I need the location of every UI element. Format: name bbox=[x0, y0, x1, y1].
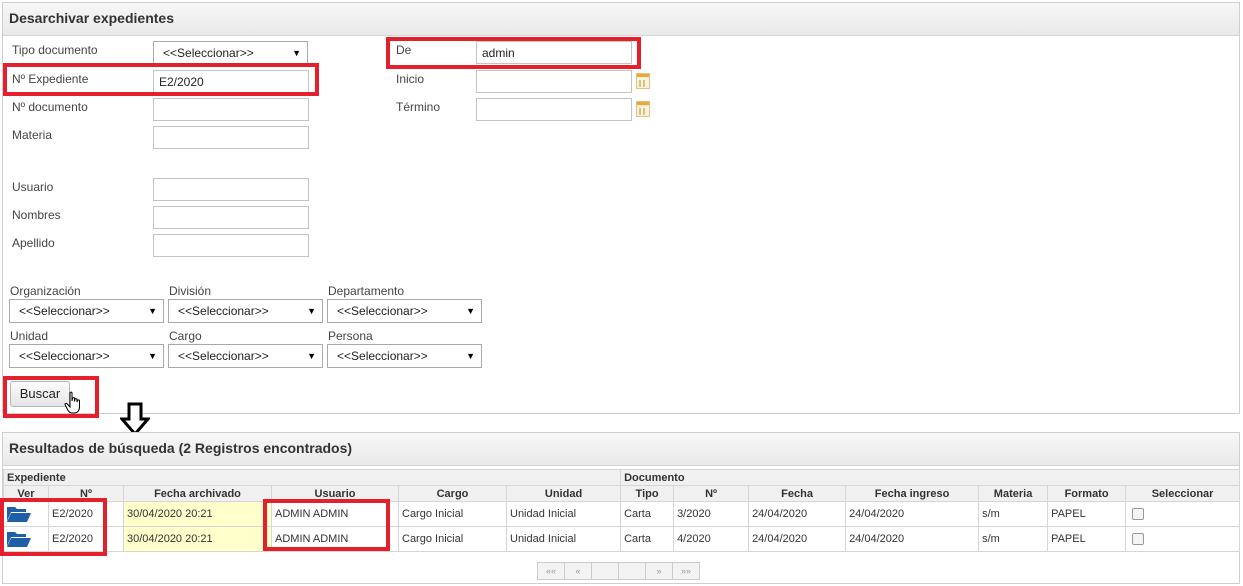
column-header[interactable]: Tipo bbox=[620, 485, 675, 502]
fecha-cell: 24/04/2020 bbox=[748, 526, 847, 552]
fecha-ingreso-cell: 24/04/2020 bbox=[845, 501, 980, 527]
highlight-n-expediente bbox=[3, 63, 319, 96]
departamento-select[interactable]: <<Seleccionar>> ▼ bbox=[327, 299, 482, 323]
highlight-usuario bbox=[263, 499, 390, 551]
pagination: «« « » »» bbox=[537, 562, 700, 580]
column-header[interactable]: Formato bbox=[1047, 485, 1127, 502]
highlight-ver-expediente bbox=[0, 498, 107, 556]
chevron-down-icon: ▼ bbox=[307, 351, 316, 361]
materia-cell: s/m bbox=[978, 526, 1049, 552]
table-row: E2/2020 30/04/2020 20:21 ADMIN ADMIN Car… bbox=[3, 501, 1241, 527]
apellido-input[interactable] bbox=[153, 234, 309, 257]
n-documento-input[interactable] bbox=[153, 98, 309, 121]
chevron-down-icon: ▼ bbox=[307, 306, 316, 316]
search-panel-title: Desarchivar expedientes bbox=[3, 3, 1239, 36]
select-checkbox[interactable] bbox=[1132, 533, 1145, 546]
first-page-button[interactable]: «« bbox=[537, 562, 565, 580]
prev-page-button[interactable]: « bbox=[564, 562, 592, 580]
cargo-label: Cargo bbox=[169, 329, 202, 343]
organizacion-label: Organización bbox=[10, 284, 81, 298]
column-header[interactable]: Fecha bbox=[748, 485, 847, 502]
column-header[interactable]: Nº bbox=[673, 485, 750, 502]
departamento-select-value: <<Seleccionar>> bbox=[337, 304, 428, 318]
select-checkbox[interactable] bbox=[1132, 508, 1145, 521]
materia-label: Materia bbox=[12, 128, 53, 142]
formato-cell: PAPEL bbox=[1047, 526, 1127, 552]
column-header[interactable]: Unidad bbox=[505, 485, 622, 502]
next-page-button[interactable]: » bbox=[645, 562, 673, 580]
division-select[interactable]: <<Seleccionar>> ▼ bbox=[168, 299, 323, 323]
chevron-down-icon: ▼ bbox=[466, 351, 475, 361]
fecha-archivado-cell: 30/04/2020 20:21 bbox=[123, 526, 272, 552]
inicio-label: Inicio bbox=[396, 72, 425, 86]
seleccionar-cell bbox=[1125, 501, 1241, 527]
inicio-input[interactable] bbox=[476, 70, 632, 93]
division-label: División bbox=[169, 284, 212, 298]
unidad-cell: Unidad Inicial bbox=[505, 526, 622, 552]
materia-cell: s/m bbox=[978, 501, 1049, 527]
group-header-expediente: Expediente bbox=[2, 469, 622, 486]
column-header[interactable]: Cargo bbox=[398, 485, 507, 502]
chevron-down-icon: ▼ bbox=[148, 351, 157, 361]
chevron-down-icon: ▼ bbox=[292, 48, 301, 58]
column-header[interactable]: Fecha ingreso bbox=[845, 485, 980, 502]
tipo-cell: Carta bbox=[620, 501, 675, 527]
n-documento-label: Nº documento bbox=[12, 100, 88, 114]
division-select-value: <<Seleccionar>> bbox=[178, 304, 269, 318]
cargo-select-value: <<Seleccionar>> bbox=[178, 349, 269, 363]
persona-label: Persona bbox=[328, 329, 373, 343]
documento-number-cell: 3/2020 bbox=[673, 501, 750, 527]
results-table: Expediente Documento Ver Nº Fecha archiv… bbox=[2, 469, 1241, 552]
page-slot bbox=[591, 562, 619, 580]
tipo-documento-select-value: <<Seleccionar>> bbox=[163, 46, 254, 60]
arrow-down-icon bbox=[120, 402, 150, 436]
persona-select-value: <<Seleccionar>> bbox=[337, 349, 428, 363]
tipo-documento-label: Tipo documento bbox=[12, 43, 98, 57]
group-header-documento: Documento bbox=[620, 469, 1241, 486]
table-row: E2/2020 30/04/2020 20:21 ADMIN ADMIN Car… bbox=[3, 526, 1241, 552]
persona-select[interactable]: <<Seleccionar>> ▼ bbox=[327, 344, 482, 368]
cargo-cell: Cargo Inicial bbox=[398, 501, 507, 527]
highlight-buscar bbox=[3, 376, 99, 418]
apellido-label: Apellido bbox=[12, 236, 55, 250]
unidad-label: Unidad bbox=[10, 329, 49, 343]
unidad-select-value: <<Seleccionar>> bbox=[19, 349, 110, 363]
termino-label: Término bbox=[396, 100, 441, 114]
seleccionar-cell bbox=[1125, 526, 1241, 552]
fecha-archivado-cell: 30/04/2020 20:21 bbox=[123, 501, 272, 527]
documento-number-cell: 4/2020 bbox=[673, 526, 750, 552]
unidad-cell: Unidad Inicial bbox=[505, 501, 622, 527]
formato-cell: PAPEL bbox=[1047, 501, 1127, 527]
usuario-label: Usuario bbox=[12, 180, 54, 194]
organizacion-select-value: <<Seleccionar>> bbox=[19, 304, 110, 318]
tipo-cell: Carta bbox=[620, 526, 675, 552]
materia-input[interactable] bbox=[153, 126, 309, 149]
unidad-select[interactable]: <<Seleccionar>> ▼ bbox=[9, 344, 164, 368]
column-header[interactable]: Seleccionar bbox=[1125, 485, 1241, 502]
page-slot bbox=[618, 562, 646, 580]
cargo-select[interactable]: <<Seleccionar>> ▼ bbox=[168, 344, 323, 368]
nombres-input[interactable] bbox=[153, 206, 309, 229]
fecha-cell: 24/04/2020 bbox=[748, 501, 847, 527]
column-header[interactable]: Fecha archivado bbox=[123, 485, 272, 502]
chevron-down-icon: ▼ bbox=[466, 306, 475, 316]
column-header[interactable]: Materia bbox=[978, 485, 1049, 502]
nombres-label: Nombres bbox=[12, 208, 61, 222]
departamento-label: Departamento bbox=[328, 284, 405, 298]
tipo-documento-select[interactable]: <<Seleccionar>> ▼ bbox=[153, 41, 308, 65]
results-panel-title: Resultados de búsqueda (2 Registros enco… bbox=[3, 433, 1239, 466]
calendar-icon[interactable] bbox=[636, 101, 650, 117]
termino-input[interactable] bbox=[476, 98, 632, 121]
fecha-ingreso-cell: 24/04/2020 bbox=[845, 526, 980, 552]
organizacion-select[interactable]: <<Seleccionar>> ▼ bbox=[9, 299, 164, 323]
calendar-icon[interactable] bbox=[636, 73, 650, 89]
chevron-down-icon: ▼ bbox=[148, 306, 157, 316]
last-page-button[interactable]: »» bbox=[672, 562, 700, 580]
usuario-input[interactable] bbox=[153, 178, 309, 201]
cargo-cell: Cargo Inicial bbox=[398, 526, 507, 552]
highlight-de bbox=[386, 37, 641, 69]
